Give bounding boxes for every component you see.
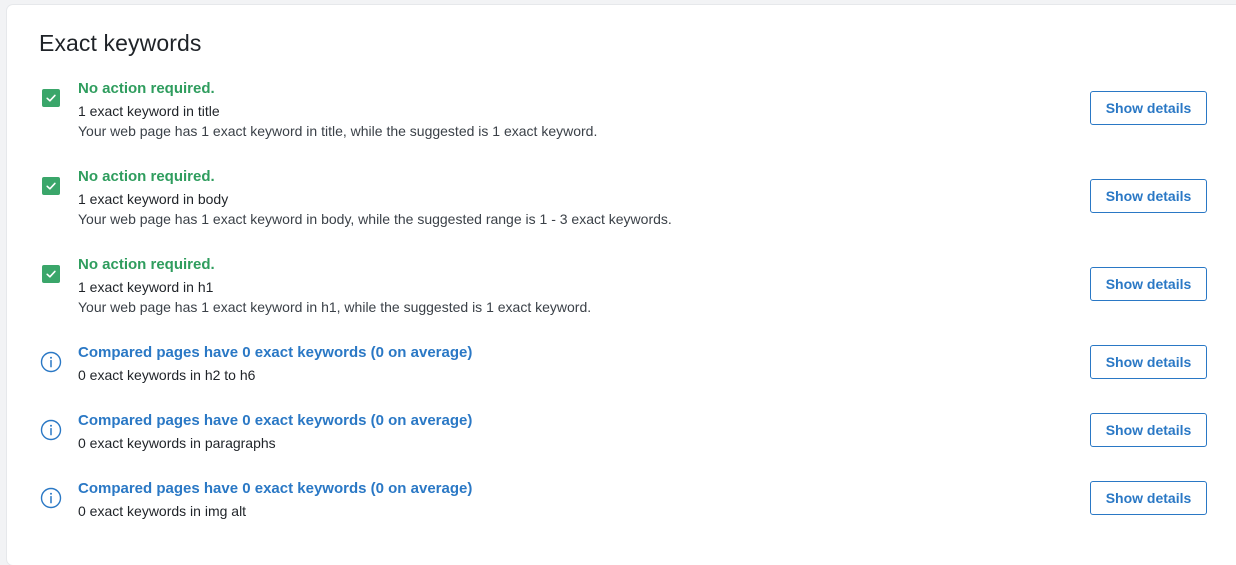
check-icon — [40, 87, 62, 109]
status-headline: No action required. — [78, 168, 215, 185]
row-text: Compared pages have 0 exact keywords (0 … — [78, 480, 472, 521]
info-icon — [40, 351, 62, 373]
show-details-button[interactable]: Show details — [1090, 267, 1207, 301]
keyword-count: 1 exact keyword in h1 — [78, 279, 214, 295]
keyword-row-img-alt: Compared pages have 0 exact keywords (0 … — [39, 480, 1207, 520]
keyword-description: Your web page has 1 exact keyword in h1,… — [78, 299, 592, 315]
status-headline: No action required. — [78, 80, 215, 97]
comparison-headline: Compared pages have 0 exact keywords (0 … — [78, 344, 473, 361]
keyword-count: 0 exact keywords in img alt — [78, 503, 247, 519]
keyword-description: Your web page has 1 exact keyword in tit… — [78, 123, 598, 139]
check-icon — [40, 263, 62, 285]
show-details-button[interactable]: Show details — [1090, 413, 1207, 447]
show-details-button[interactable]: Show details — [1090, 179, 1207, 213]
keyword-description: Your web page has 1 exact keyword in bod… — [78, 211, 672, 227]
info-icon — [40, 487, 62, 509]
row-text: No action required. 1 exact keyword in b… — [78, 168, 672, 229]
show-details-button[interactable]: Show details — [1090, 345, 1207, 379]
section-title: Exact keywords — [39, 30, 202, 56]
info-icon — [40, 419, 62, 441]
show-details-button[interactable]: Show details — [1090, 91, 1207, 125]
check-icon — [40, 175, 62, 197]
row-text: Compared pages have 0 exact keywords (0 … — [78, 344, 472, 385]
keyword-count: 0 exact keywords in h2 to h6 — [78, 367, 256, 383]
keyword-row-title: No action required. 1 exact keyword in t… — [39, 80, 1207, 140]
comparison-headline: Compared pages have 0 exact keywords (0 … — [78, 412, 473, 429]
keyword-row-body: No action required. 1 exact keyword in b… — [39, 168, 1207, 228]
keyword-count: 0 exact keywords in paragraphs — [78, 435, 276, 451]
comparison-headline: Compared pages have 0 exact keywords (0 … — [78, 480, 473, 497]
keyword-row-paragraphs: Compared pages have 0 exact keywords (0 … — [39, 412, 1207, 452]
show-details-button[interactable]: Show details — [1090, 481, 1207, 515]
keyword-row-h2-h6: Compared pages have 0 exact keywords (0 … — [39, 344, 1207, 384]
status-headline: No action required. — [78, 256, 215, 273]
keyword-row-h1: No action required. 1 exact keyword in h… — [39, 256, 1207, 316]
keyword-count: 1 exact keyword in title — [78, 103, 220, 119]
row-text: No action required. 1 exact keyword in t… — [78, 80, 597, 141]
keyword-count: 1 exact keyword in body — [78, 191, 229, 207]
row-text: No action required. 1 exact keyword in h… — [78, 256, 591, 317]
row-text: Compared pages have 0 exact keywords (0 … — [78, 412, 472, 453]
